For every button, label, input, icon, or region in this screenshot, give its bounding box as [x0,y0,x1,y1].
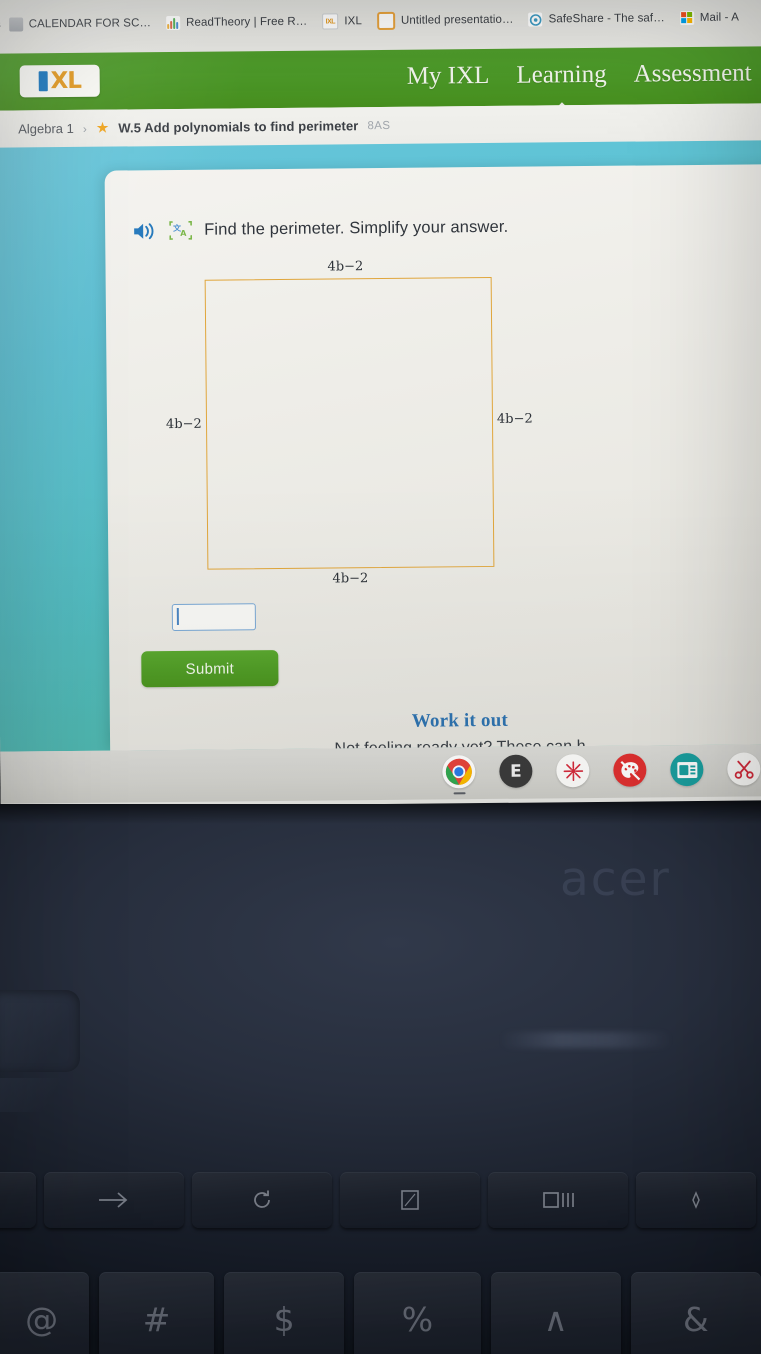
tab-title: IXL [344,15,362,28]
key-hash-3[interactable]: # 3 [99,1272,214,1354]
slides-icon [376,11,395,31]
logo-i-bar [38,71,48,92]
text-caret [176,607,179,625]
work-it-out-title[interactable]: Work it out [110,707,761,736]
tab-title: ReadTheory | Free R… [185,15,308,29]
side-label-left: 4b−2 [165,416,202,433]
ixl-icon: IXL [322,13,339,30]
tab-title: SafeShare - The saf… [548,12,665,26]
key-at-2[interactable]: @ 2 [0,1272,90,1354]
screen-content: s CALENDAR FOR SC… ReadTheory | Free R… [0,0,761,804]
star-icon[interactable]: ★ [96,120,110,137]
keyboard-function-row [0,1172,761,1228]
side-label-right: 4b−2 [496,411,533,427]
side-label-bottom: 4b−2 [332,571,369,587]
nav-item-learning[interactable]: Learning [516,60,607,93]
submit-button[interactable]: Submit [141,650,279,688]
outlook-mail-icon [679,10,694,26]
key-percent-5[interactable]: % 5 [354,1272,481,1354]
browser-tab-strip: s CALENDAR FOR SC… ReadTheory | Free R… [0,0,761,54]
question-card: 文 A Find the perimeter. Simplify your an… [104,163,761,751]
cut-off-tab-above [53,0,253,3]
key-glyph-top: # [142,1299,171,1339]
breadcrumb-skill-title: W.5 Add polynomials to find perimeter [118,118,359,136]
work-it-out-section: Work it out Not feeling ready yet? These… [110,707,761,751]
touchpad-reflection [500,1032,672,1048]
app-running-indicator [453,791,466,795]
key-glyph-top: ∧ [543,1299,568,1339]
tab-title: Untitled presentatio… [400,13,514,27]
key-glyph-top: % [401,1299,434,1339]
laptop-edge-highlight [0,990,80,1072]
photo-of-laptop-screen: acer @ 2 [0,0,761,1354]
key-fullscreen[interactable] [340,1172,480,1228]
main-navigation: My IXL Learning Assessment [407,46,760,106]
chrome-icon[interactable] [442,755,476,795]
key-caret-6[interactable]: ∧ 6 [490,1272,621,1354]
skill-code-badge: 8AS [367,119,391,132]
scissors-icon[interactable] [727,752,761,786]
nav-item-assessment[interactable]: Assessment [633,59,751,92]
square-figure: 4b−2 4b−2 4b−2 4b−2 [105,164,761,641]
laptop-edge-highlight-2 [0,1078,70,1112]
calendar-icon [8,17,23,32]
key-brightness[interactable] [636,1172,756,1228]
logo-xl-text: XL [50,67,82,94]
key-glyph-top: $ [273,1299,295,1339]
key-forward[interactable] [44,1172,184,1228]
tab-title: CALENDAR FOR SC… [28,17,152,31]
tab-list: s CALENDAR FOR SC… ReadTheory | Free R… [0,4,748,37]
square-outline [204,276,495,570]
edgenuity-icon[interactable]: E [499,754,533,788]
nav-item-my-ixl[interactable]: My IXL [407,61,490,94]
side-label-top: 4b−2 [327,259,364,275]
tab-safeshare[interactable]: SafeShare - The saf… [522,5,673,32]
keyboard: @ 2 # 3 $ 4 % 5 ∧ 6 & 7 [0,1160,761,1354]
tab-mail[interactable]: Mail - A [674,4,748,31]
acer-brand-logo: acer [560,852,671,907]
breadcrumb-subject[interactable]: Algebra 1 [18,121,74,137]
ixl-logo[interactable]: XL [19,64,100,98]
tab-title: Mail - A [699,11,740,24]
chromeos-shelf: E [0,744,761,804]
tab-ixl[interactable]: IXL IXL [316,8,371,35]
answer-input[interactable] [171,603,257,632]
tab-calendar[interactable]: CALENDAR FOR SC… [3,10,161,38]
key-back[interactable] [0,1172,36,1228]
key-ampersand-7[interactable]: & 7 [630,1272,761,1354]
chevron-right-icon: › [82,121,87,136]
shelf-icon-list: E [442,752,761,795]
key-glyph-top: @ [25,1299,59,1339]
slides-app-icon[interactable] [670,752,704,787]
tab-untitled-presentation[interactable]: Untitled presentatio… [371,7,523,34]
key-reload[interactable] [192,1172,332,1228]
ixl-site-header: XL My IXL Learning Assessment [0,46,761,111]
keyboard-number-row: @ 2 # 3 $ 4 % 5 ∧ 6 & 7 [0,1272,761,1354]
tab-readtheory[interactable]: ReadTheory | Free R… [160,9,317,36]
key-overview[interactable] [488,1172,628,1228]
palette-icon[interactable] [613,753,647,787]
safeshare-icon [528,12,543,27]
screen-area: s CALENDAR FOR SC… ReadTheory | Free R… [0,0,761,804]
readtheory-icon [165,15,181,31]
key-glyph-top: & [683,1299,709,1339]
key-dollar-4[interactable]: $ 4 [223,1272,345,1354]
flower-icon[interactable] [556,754,590,788]
